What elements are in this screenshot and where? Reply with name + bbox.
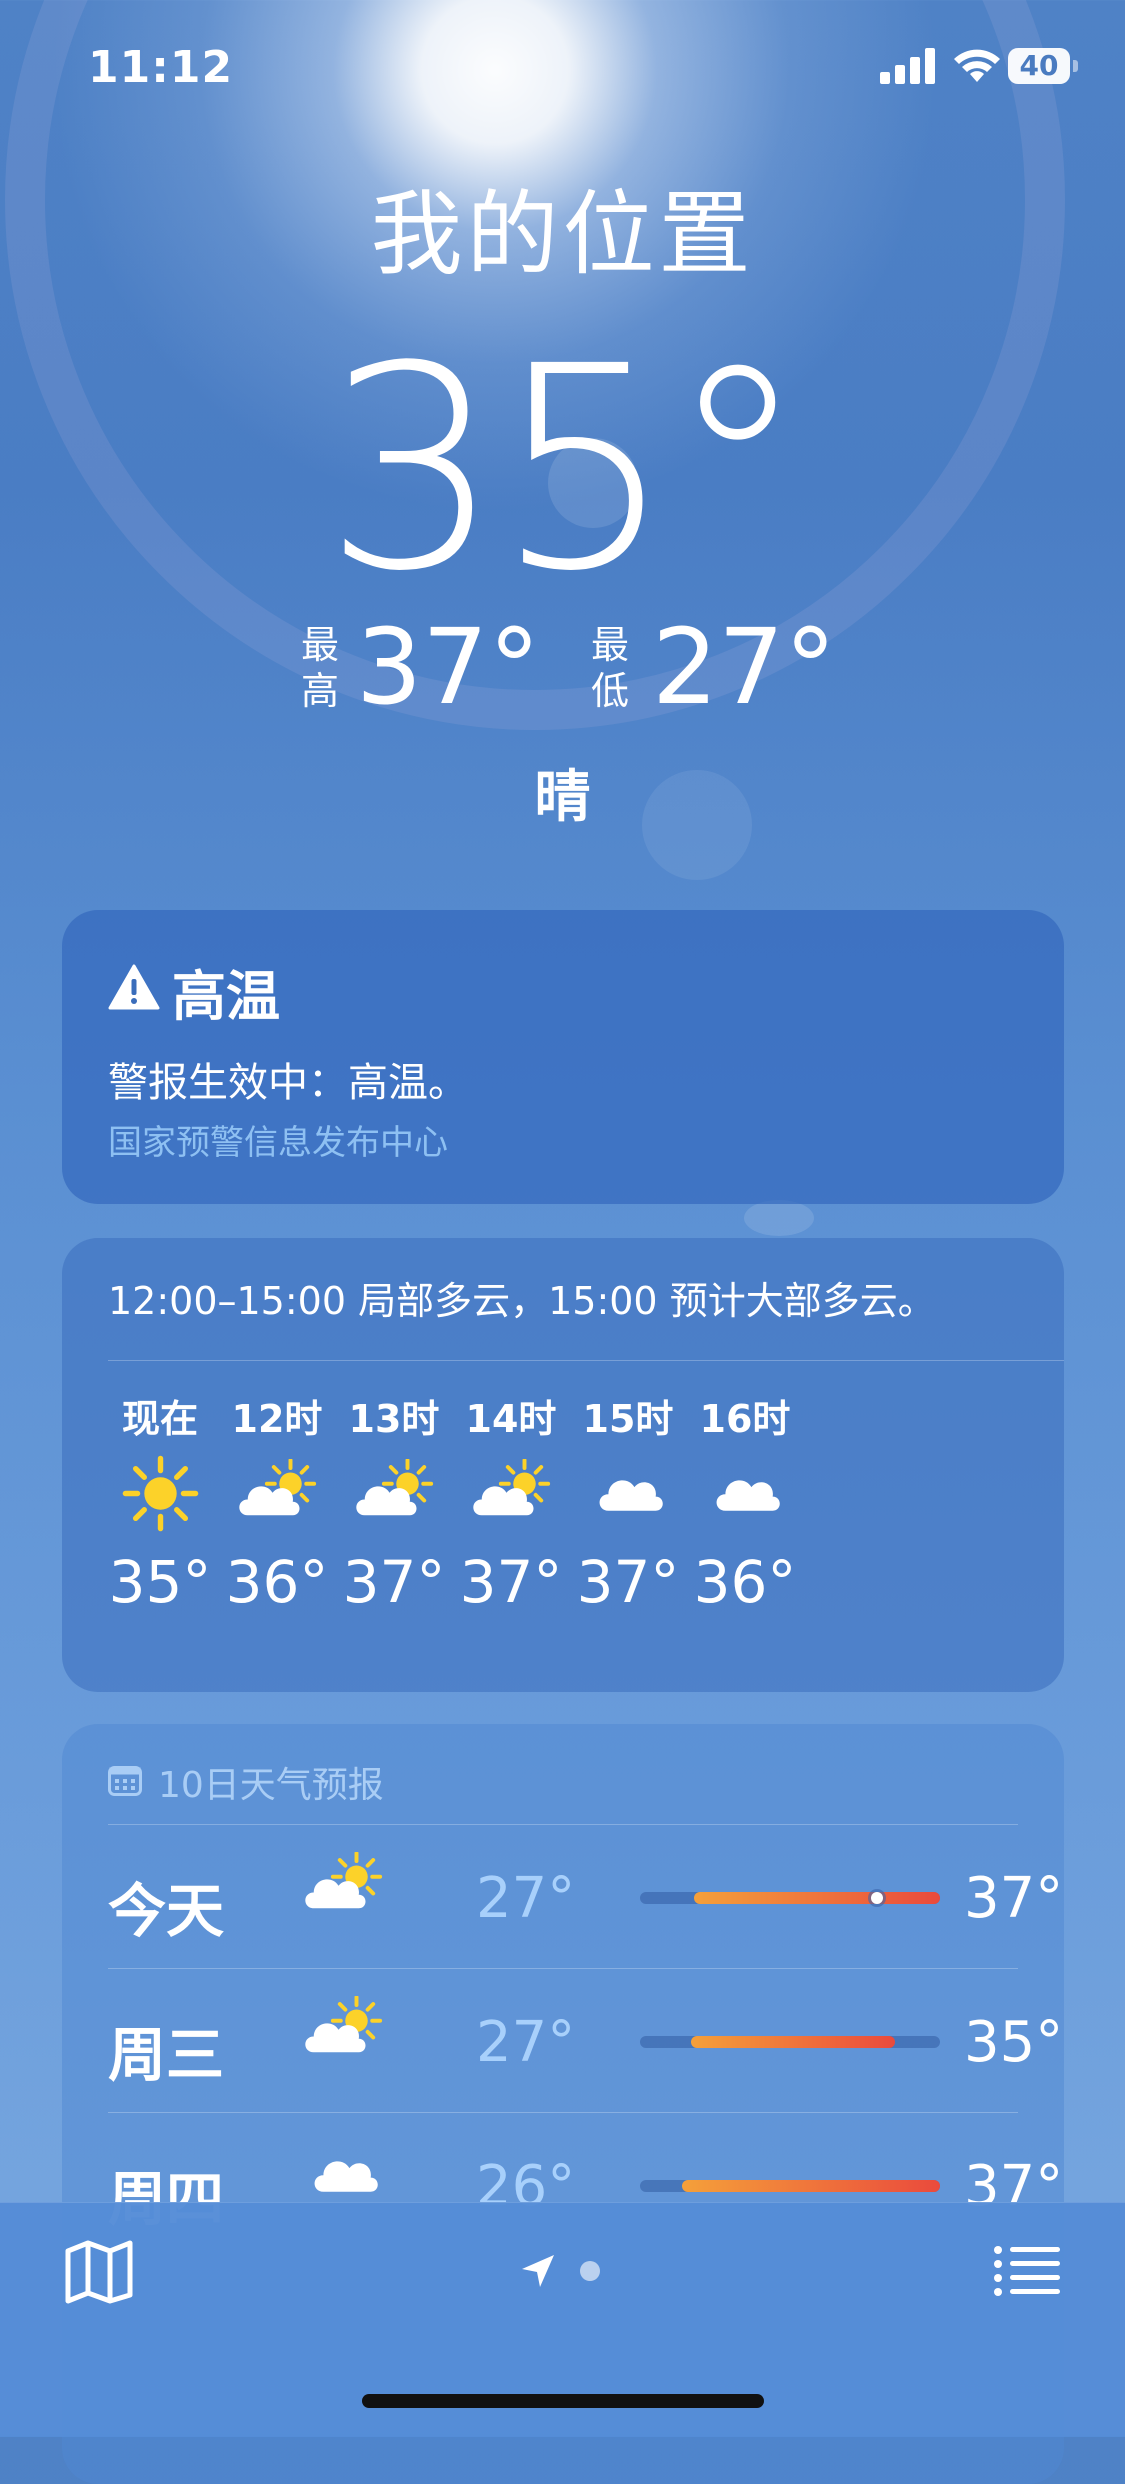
daily-row[interactable]: 今天 27° 37° <box>108 1824 1063 1968</box>
hour-label: 16时 <box>699 1397 791 1441</box>
alert-body: 警报生效中：高温。 <box>108 1060 468 1106</box>
day-low: 27° <box>476 2010 576 2075</box>
low-label-1: 最 <box>590 623 629 667</box>
wifi-icon <box>954 49 1000 82</box>
battery-icon: 40 <box>1008 48 1078 86</box>
signal-icon <box>880 48 935 84</box>
hour-label: 现在 <box>121 1397 198 1441</box>
hour-label: 13时 <box>348 1397 440 1441</box>
daily-header-title: 10日天气预报 <box>158 1765 384 1806</box>
hour-temperature: 37° <box>459 1548 563 1616</box>
temperature-range-fill <box>691 2036 895 2048</box>
cloud-icon <box>685 1438 805 1548</box>
hourly-forecast-card[interactable]: 12:00–15:00 局部多云，15:00 预计大部多云。 现在 35° 12… <box>62 1238 1064 1692</box>
temperature-range-fill <box>694 1892 940 1904</box>
day-name: 今天 <box>108 1877 225 1945</box>
hourly-item: 15时 37° <box>568 1388 688 1616</box>
partly-cloudy-icon <box>451 1438 571 1548</box>
hour-temperature: 37° <box>342 1548 446 1616</box>
weather-condition: 晴 <box>534 765 591 830</box>
partly-cloudy-icon <box>298 1995 398 2086</box>
status-bar: 11:12 40 <box>0 0 1125 140</box>
page-indicator-dot[interactable] <box>580 2261 600 2281</box>
hourly-item: 14时 37° <box>451 1388 571 1616</box>
hour-temperature: 36° <box>225 1548 329 1616</box>
partly-cloudy-icon <box>334 1438 454 1548</box>
day-high: 35° <box>964 2010 1064 2075</box>
hour-label: 12时 <box>231 1397 323 1441</box>
daily-row[interactable]: 周三 27° 35° <box>108 1968 1063 2112</box>
hour-label: 14时 <box>465 1397 557 1441</box>
calendar-icon <box>108 1766 142 1796</box>
location-arrow-icon[interactable] <box>520 2253 556 2289</box>
hour-temperature: 37° <box>576 1548 680 1616</box>
hourly-summary: 12:00–15:00 局部多云，15:00 预计大部多云。 <box>108 1279 936 1323</box>
sun-icon <box>100 1438 220 1548</box>
temperature-range-fill <box>682 2180 940 2192</box>
alert-title: 高温 <box>172 965 280 1028</box>
hourly-item: 现在 35° <box>100 1388 220 1616</box>
current-temperature: 35° <box>323 307 807 633</box>
home-indicator[interactable] <box>362 2394 764 2408</box>
hour-temperature: 35° <box>108 1548 212 1616</box>
map-icon[interactable] <box>64 2239 134 2305</box>
day-high: 37° <box>964 1866 1064 1931</box>
hour-temperature: 36° <box>693 1548 797 1616</box>
status-time: 11:12 <box>88 42 234 93</box>
lens-flare <box>744 1200 814 1236</box>
warning-icon <box>108 964 160 1010</box>
location-title: 我的位置 <box>370 181 755 288</box>
cloud-icon <box>568 1438 688 1548</box>
divider <box>108 1360 1064 1361</box>
heat-alert-card[interactable]: 高温 警报生效中：高温。 国家预警信息发布中心 <box>62 910 1064 1204</box>
day-name: 周三 <box>108 2021 225 2089</box>
partly-cloudy-icon <box>217 1438 337 1548</box>
temperature-range-bar <box>640 2036 940 2048</box>
hourly-item: 13时 37° <box>334 1388 454 1616</box>
low-label-2: 低 <box>590 669 629 713</box>
hourly-item: 12时 36° <box>217 1388 337 1616</box>
high-low: 最 高 37° 最 低 27° <box>0 612 1125 722</box>
list-icon[interactable] <box>994 2245 1060 2297</box>
high-label-1: 最 <box>300 623 339 667</box>
low-temperature: 27° <box>652 606 837 728</box>
temperature-range-bar <box>640 2180 940 2192</box>
alert-source-link[interactable]: 国家预警信息发布中心 <box>108 1115 448 1164</box>
hour-label: 15时 <box>582 1397 674 1441</box>
day-low: 27° <box>476 1866 576 1931</box>
partly-cloudy-icon <box>298 1851 398 1942</box>
temperature-range-bar <box>640 1892 940 1904</box>
battery-level: 40 <box>1008 48 1070 84</box>
hourly-item: 16时 36° <box>685 1388 805 1616</box>
high-temperature: 37° <box>356 606 541 728</box>
current-temp-dot <box>871 1892 883 1904</box>
high-label-2: 高 <box>300 669 339 713</box>
